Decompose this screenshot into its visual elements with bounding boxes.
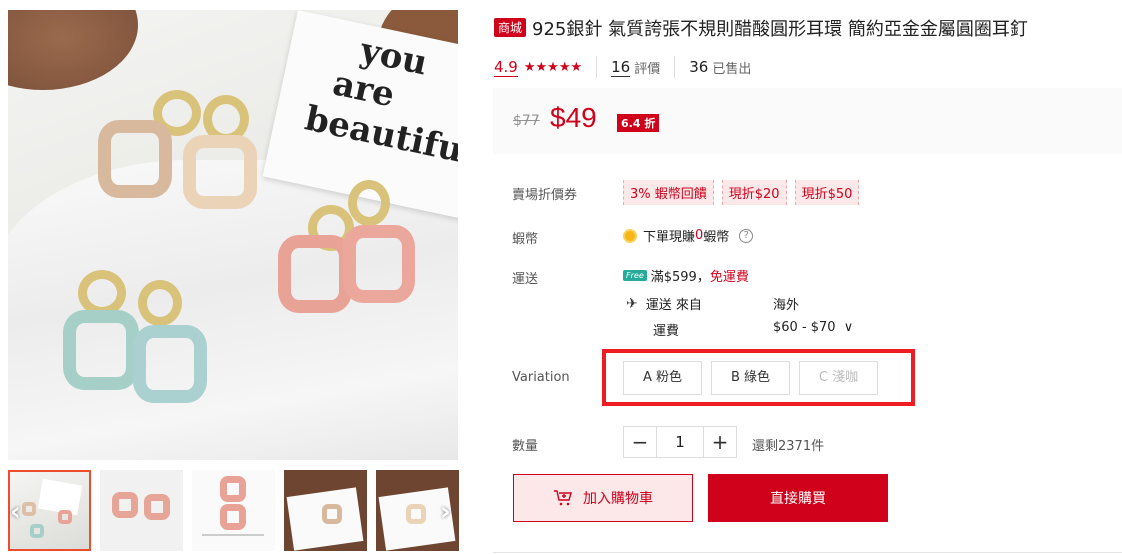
rating-row: 4.9 ★★★★★ 16 評價 36 已售出 bbox=[494, 56, 751, 78]
coins-info: 下單現賺 0 蝦幣 ? bbox=[623, 226, 754, 245]
variation-option-c: C 淺咖 bbox=[799, 361, 878, 395]
quantity-label: 數量 bbox=[512, 439, 539, 454]
ship-from-label: 運送 來自 bbox=[645, 298, 702, 313]
free-shipping-text: 免運費 bbox=[709, 270, 749, 285]
mall-badge: 商城 bbox=[494, 18, 527, 37]
voucher-discount-50[interactable]: 現折$50 bbox=[794, 180, 860, 205]
quantity-input[interactable]: 1 bbox=[656, 427, 704, 457]
reviews-label: 評價 bbox=[634, 61, 661, 77]
coins-text-after: 蝦幣 bbox=[703, 230, 730, 245]
thumbnail[interactable] bbox=[284, 470, 367, 551]
buy-now-button[interactable]: 直接購買 bbox=[708, 474, 888, 522]
shipping-fee-value: $60 - $70 bbox=[773, 320, 836, 335]
variation-label: Variation bbox=[512, 370, 570, 385]
free-shipping-icon: Free bbox=[623, 270, 647, 281]
product-title-text: 925銀針 氣質誇張不規則醋酸圓形耳環 簡約亞金金屬圓圈耳釘 bbox=[532, 19, 1028, 40]
shipping-fee-label: 運費 bbox=[653, 324, 680, 339]
thumbnail[interactable] bbox=[100, 470, 183, 551]
vouchers-label: 賣場折價券 bbox=[512, 188, 578, 203]
voucher-coin-cashback[interactable]: 3% 蝦幣回饋 bbox=[623, 180, 714, 205]
divider bbox=[596, 56, 598, 78]
shipping-fee-dropdown[interactable]: $60 - $70 ∨ bbox=[773, 320, 853, 335]
help-icon[interactable]: ? bbox=[739, 228, 754, 243]
cart-plus-icon bbox=[554, 490, 572, 506]
free-shipping-info: Free 滿$599， 免運費 bbox=[623, 266, 749, 285]
wooden-plate bbox=[8, 10, 138, 90]
original-price: $77 bbox=[513, 113, 540, 129]
prev-thumbnail-arrow[interactable]: ‹ bbox=[10, 497, 21, 527]
coin-icon bbox=[623, 228, 637, 243]
coins-label: 蝦幣 bbox=[512, 232, 539, 247]
stock-remaining: 還剩2371件 bbox=[752, 439, 825, 454]
coins-text-before: 下單現賺 bbox=[643, 230, 696, 245]
price-section: $77 $49 6.4 折 bbox=[493, 88, 1122, 154]
thumbnail[interactable] bbox=[192, 470, 275, 551]
shipping-label: 運送 bbox=[512, 272, 539, 287]
free-threshold: 滿$599， bbox=[650, 270, 710, 285]
divider bbox=[674, 56, 676, 78]
thumbnail-strip: ‹ › bbox=[8, 470, 459, 551]
sold-count: 36 bbox=[689, 58, 709, 76]
buy-now-label: 直接購買 bbox=[770, 491, 826, 507]
voucher-list: 3% 蝦幣回饋 現折$20 現折$50 bbox=[623, 180, 860, 205]
plane-icon: ✈ bbox=[626, 295, 638, 312]
add-to-cart-label: 加入購物車 bbox=[583, 491, 653, 507]
rating-score[interactable]: 4.9 bbox=[494, 58, 518, 77]
quantity-minus-button[interactable]: − bbox=[624, 427, 656, 457]
current-price: $49 bbox=[550, 102, 597, 133]
sold-label: 已售出 bbox=[712, 61, 752, 77]
product-title: 商城 925銀針 氣質誇張不規則醋酸圓形耳環 簡約亞金金屬圓圈耳釘 bbox=[494, 15, 1028, 41]
discount-badge: 6.4 折 bbox=[617, 114, 660, 132]
variation-option-a[interactable]: A 粉色 bbox=[623, 361, 702, 395]
chevron-down-icon: ∨ bbox=[843, 320, 854, 335]
quantity-plus-button[interactable]: + bbox=[704, 427, 736, 457]
divider bbox=[493, 552, 1122, 553]
main-product-image[interactable]: you are beautiful bbox=[8, 10, 458, 460]
coins-amount: 0 bbox=[695, 228, 704, 243]
ship-from-row: ✈ 運送 來自 bbox=[626, 294, 702, 314]
add-to-cart-button[interactable]: 加入購物車 bbox=[513, 474, 693, 522]
next-thumbnail-arrow[interactable]: › bbox=[440, 497, 451, 527]
ship-from-value: 海外 bbox=[773, 298, 800, 313]
quantity-stepper: − 1 + bbox=[623, 426, 737, 458]
star-icons: ★★★★★ bbox=[523, 59, 583, 75]
reviews-count[interactable]: 16 bbox=[611, 58, 631, 77]
voucher-discount-20[interactable]: 現折$20 bbox=[721, 180, 787, 205]
variation-option-b[interactable]: B 綠色 bbox=[711, 361, 790, 395]
